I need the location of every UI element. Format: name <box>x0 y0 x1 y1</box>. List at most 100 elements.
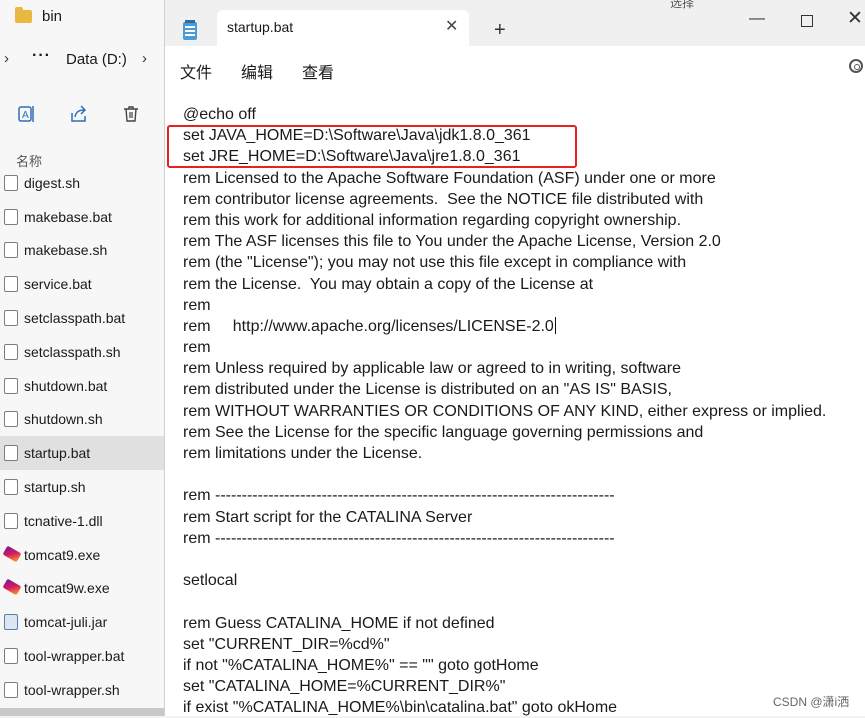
text-caret <box>554 316 556 334</box>
menu-view[interactable]: 查看 <box>302 59 334 83</box>
file-name: startup.bat <box>24 445 91 462</box>
code-line-text: rem The ASF licenses this file to You un… <box>183 233 721 251</box>
code-line-text: rem ------------------------------------… <box>183 529 615 547</box>
file-name: service.bat <box>24 276 92 293</box>
file-name: tomcat9.exe <box>24 546 101 563</box>
file-list-item[interactable]: tomcat9w.exe <box>0 572 165 606</box>
svg-text:A: A <box>22 110 29 121</box>
rename-icon[interactable]: A <box>15 102 39 126</box>
file-list-item[interactable]: shutdown.bat <box>0 369 165 403</box>
file-name: shutdown.bat <box>24 377 108 394</box>
code-line: rem Unless required by applicable law or… <box>183 358 826 379</box>
file-list-item[interactable]: service.bat <box>0 267 165 301</box>
tab-startup-bat[interactable]: startup.bat ✕ <box>217 10 469 46</box>
file-list-item[interactable]: startup.sh <box>0 470 165 504</box>
file-list-item[interactable]: tool-wrapper.sh <box>0 673 165 707</box>
file-icon <box>4 512 18 529</box>
file-icon <box>4 276 18 293</box>
code-line-text: rem ------------------------------------… <box>183 487 615 505</box>
new-tab-button[interactable]: + <box>494 20 506 40</box>
code-line-text: rem Licensed to the Apache Software Foun… <box>183 169 716 187</box>
code-line: rem Guess CATALINA_HOME if not defined <box>183 613 826 634</box>
code-line: @echo off <box>183 104 826 125</box>
code-line-text: rem <box>183 339 211 357</box>
code-line: rem WITHOUT WARRANTIES OR CONDITIONS OF … <box>183 401 826 422</box>
code-line: rem the License. You may obtain a copy o… <box>183 274 826 295</box>
horizontal-scrollbar[interactable] <box>0 708 165 716</box>
explorer-title: bin <box>42 8 63 25</box>
file-icon <box>4 648 18 665</box>
file-list-item[interactable]: startup.bat <box>0 436 165 471</box>
file-name: tomcat9w.exe <box>24 580 110 597</box>
file-name: setclasspath.sh <box>24 343 121 360</box>
watermark: CSDN @潇i洒 <box>773 695 850 709</box>
code-line: if not "%CATALINA_HOME%" == "" goto gotH… <box>183 655 826 676</box>
notepad-icon <box>183 20 197 40</box>
text-editor[interactable]: @echo off set JAVA_HOME=D:\Software\Java\… <box>165 86 865 716</box>
file-list-item[interactable]: shutdown.sh <box>0 403 165 437</box>
file-list-item[interactable]: setclasspath.bat <box>0 301 165 335</box>
settings-gear-icon[interactable] <box>849 59 863 73</box>
file-icon <box>4 445 18 462</box>
file-list-item[interactable]: tomcat-juli.jar <box>0 605 165 639</box>
code-line-text: rem distributed under the License is dis… <box>183 381 672 399</box>
file-icon <box>4 310 18 327</box>
tab-title: startup.bat <box>227 19 294 35</box>
share-icon[interactable] <box>67 102 91 126</box>
executable-icon <box>4 580 18 596</box>
code-line-text: @echo off <box>183 106 256 123</box>
menu-edit[interactable]: 编辑 <box>241 59 273 83</box>
code-line-text: rem <box>183 296 211 314</box>
file-list-item[interactable]: tomcat9.exe <box>0 538 165 572</box>
close-tab-icon[interactable]: ✕ <box>445 16 458 36</box>
code-line-text: rem See the License for the specific lan… <box>183 423 704 441</box>
file-list-item[interactable]: makebase.bat <box>0 200 165 234</box>
chevron-right-icon[interactable]: › <box>4 50 9 67</box>
code-line-text: rem (the "License"); you may not use thi… <box>183 254 687 272</box>
file-name: shutdown.sh <box>24 411 103 428</box>
minimize-button[interactable]: — <box>749 10 765 28</box>
code-line-text: rem WITHOUT WARRANTIES OR CONDITIONS OF … <box>183 402 827 420</box>
code-line: rem ------------------------------------… <box>183 528 826 549</box>
code-line-text: rem this work for additional information… <box>183 211 682 229</box>
file-name: tcnative-1.dll <box>24 512 103 529</box>
file-name: tool-wrapper.sh <box>24 681 120 698</box>
address-bar[interactable]: › ··· Data (D:) › <box>0 44 170 76</box>
explorer-toolbar: A <box>0 98 170 132</box>
file-icon <box>4 479 18 496</box>
code-line-text: if exist "%CATALINA_HOME%\bin\catalina.b… <box>183 699 618 717</box>
file-list-item[interactable]: setclasspath.sh <box>0 335 165 369</box>
code-line-text: rem Start script for the CATALINA Server <box>183 508 473 526</box>
code-line: if exist "%CATALINA_HOME%\bin\catalina.b… <box>183 697 826 718</box>
code-line-text: rem Guess CATALINA_HOME if not defined <box>183 614 495 632</box>
editor-text[interactable]: @echo off set JAVA_HOME=D:\Software\Java\… <box>183 104 826 718</box>
folder-icon <box>15 7 32 23</box>
menu-file[interactable]: 文件 <box>180 59 212 83</box>
explorer-titlebar: bin <box>0 0 170 36</box>
code-line: rem The ASF licenses this file to You un… <box>183 231 826 252</box>
file-list-item[interactable]: tool-wrapper.bat <box>0 639 165 673</box>
delete-icon[interactable] <box>119 102 143 126</box>
file-list: digest.sh makebase.bat makebase.sh service.… <box>0 166 165 707</box>
maximize-button[interactable] <box>801 15 813 27</box>
file-icon <box>4 174 18 191</box>
file-name: makebase.bat <box>24 208 112 225</box>
breadcrumb-more-button[interactable]: ··· <box>32 47 51 65</box>
code-line: rem Start script for the CATALINA Server <box>183 507 826 528</box>
code-line-text: rem contributor license agreements. See … <box>183 190 704 208</box>
file-name: tool-wrapper.bat <box>24 648 125 665</box>
file-icon <box>4 411 18 428</box>
file-list-item[interactable]: makebase.sh <box>0 234 165 268</box>
file-list-item[interactable]: digest.sh <box>0 166 165 200</box>
code-line-text: set JRE_HOME=D:\Software\Java\jre1.8.0_3… <box>183 148 521 166</box>
file-list-item[interactable]: tcnative-1.dll <box>0 504 165 538</box>
breadcrumb-drive[interactable]: Data (D:) <box>66 51 127 68</box>
code-line: set "CURRENT_DIR=%cd%" <box>183 634 826 655</box>
code-line: rem <box>183 295 826 316</box>
chevron-right-icon[interactable]: › <box>142 50 147 67</box>
file-icon <box>4 377 18 394</box>
code-line: rem See the License for the specific lan… <box>183 422 826 443</box>
close-window-button[interactable]: ✕ <box>847 7 863 30</box>
file-explorer-window: bin › ··· Data (D:) › A 名称 digest.sh make… <box>0 0 170 716</box>
